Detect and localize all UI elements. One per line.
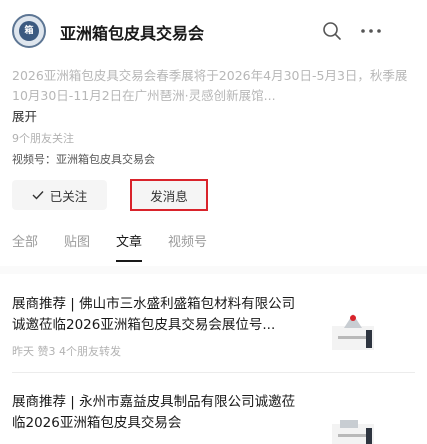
tab-articles[interactable]: 文章 bbox=[116, 234, 143, 262]
channel-link[interactable]: 视频号：亚洲箱包皮具交易会 bbox=[12, 151, 155, 167]
tab-all[interactable]: 全部 bbox=[12, 234, 38, 256]
article-item[interactable]: 展商推荐 | 永州市嘉益皮具制品有限公司诚邀莅临2026亚洲箱包皮具交易会 bbox=[12, 392, 417, 444]
article-title: 展商推荐 | 佛山市三水盛利盛箱包材料有限公司 诚邀莅临2026亚洲箱包皮具交易… bbox=[12, 296, 296, 333]
article-title: 展商推荐 | 永州市嘉益皮具制品有限公司诚邀莅临2026亚洲箱包皮具交易会 bbox=[12, 394, 296, 431]
account-logo[interactable]: 箱 bbox=[12, 14, 46, 48]
tab-image-posts[interactable]: 贴图 bbox=[64, 234, 90, 256]
profile-header: 箱 亚洲箱包皮具交易会 bbox=[0, 0, 427, 62]
section-divider bbox=[0, 266, 427, 274]
article-separator bbox=[12, 372, 415, 373]
send-message-button-label: 发消息 bbox=[150, 188, 188, 204]
article-thumbnail bbox=[322, 398, 384, 444]
check-icon bbox=[32, 191, 44, 200]
followed-button[interactable]: 已关注 bbox=[12, 180, 107, 210]
tab-channels[interactable]: 视频号 bbox=[168, 234, 207, 256]
account-logo-mark: 箱 bbox=[19, 21, 39, 41]
article-item[interactable]: 展商推荐 | 佛山市三水盛利盛箱包材料有限公司 诚邀莅临2026亚洲箱包皮具交易… bbox=[12, 294, 417, 364]
account-name: 亚洲箱包皮具交易会 bbox=[60, 24, 205, 43]
article-meta: 昨天 赞3 4个朋友转发 bbox=[12, 345, 121, 358]
exhibition-image-icon bbox=[332, 314, 374, 350]
account-intro: 2026亚洲箱包皮具交易会春季展将于2026年4月30日-5月3日，秋季展10月… bbox=[12, 68, 408, 103]
content-tabs: 全部 贴图 文章 视频号 bbox=[12, 234, 233, 262]
search-icon[interactable] bbox=[322, 21, 342, 41]
followed-button-label: 已关注 bbox=[49, 188, 88, 204]
exhibition-image-icon bbox=[332, 420, 374, 444]
more-options-icon[interactable] bbox=[358, 22, 384, 40]
send-message-button[interactable]: 发消息 bbox=[130, 179, 208, 211]
friends-following-count[interactable]: 9个朋友关注 bbox=[12, 130, 74, 146]
article-thumbnail bbox=[322, 300, 384, 358]
expand-link[interactable]: 展开 bbox=[12, 106, 37, 125]
